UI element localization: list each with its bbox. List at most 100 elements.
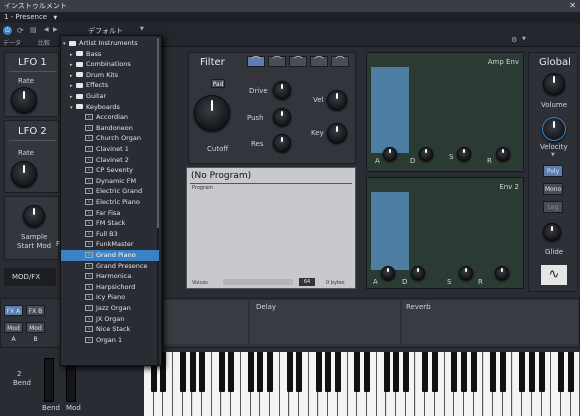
- black-key[interactable]: [199, 352, 206, 392]
- black-key[interactable]: [218, 352, 225, 392]
- drive-knob[interactable]: [273, 81, 291, 99]
- chevron-down-icon[interactable]: ▼: [522, 36, 526, 42]
- chevron-down-icon[interactable]: ▼: [53, 15, 57, 21]
- chevron-down-icon[interactable]: ▼: [551, 152, 555, 158]
- amp-decay-knob[interactable]: [419, 147, 433, 161]
- push-knob[interactable]: [273, 108, 291, 126]
- sample-start-knob[interactable]: [23, 205, 45, 227]
- peak-button[interactable]: ⌒: [331, 56, 349, 67]
- black-key[interactable]: [354, 352, 361, 392]
- key-knob[interactable]: [327, 123, 347, 143]
- black-key[interactable]: [364, 352, 371, 392]
- pad-toggle[interactable]: Pad: [211, 79, 225, 88]
- mod-b-button[interactable]: Mod B: [26, 322, 45, 343]
- modfx-tab[interactable]: MOD/FX: [4, 268, 56, 286]
- dropdown-program[interactable]: ∿ Full B3: [61, 229, 159, 240]
- dropdown-program[interactable]: ∿ Far Fisa: [61, 208, 159, 219]
- amp-sustain-knob[interactable]: [457, 147, 471, 161]
- dropdown-program[interactable]: ∿ Icy Piano: [61, 292, 159, 303]
- dropdown-folder[interactable]: ▸ Effects: [61, 80, 159, 91]
- black-key[interactable]: [228, 352, 235, 392]
- power-icon[interactable]: ⏻: [3, 26, 12, 35]
- black-key[interactable]: [335, 352, 341, 392]
- lfo2-rate-knob[interactable]: [11, 161, 37, 187]
- dropdown-program[interactable]: ∿ Jazz Organ: [61, 303, 159, 314]
- dropdown-program[interactable]: ∿ Bandoneon: [61, 123, 159, 134]
- env2-sustain-knob[interactable]: [459, 266, 473, 280]
- black-key[interactable]: [286, 352, 293, 392]
- dropdown-program[interactable]: ∿ CP Seventy: [61, 165, 159, 176]
- notch-button[interactable]: ⌒: [310, 56, 328, 67]
- amp-attack-knob[interactable]: [383, 147, 397, 161]
- black-key[interactable]: [499, 352, 506, 392]
- dropdown-folder[interactable]: ▾ Keyboards: [61, 102, 159, 113]
- volume-knob[interactable]: [543, 73, 565, 95]
- voices-slider[interactable]: [223, 279, 293, 285]
- black-key[interactable]: [315, 352, 322, 392]
- bandpass-button[interactable]: ⌒: [268, 56, 286, 67]
- preset-name[interactable]: 1 - Presence: [4, 13, 47, 21]
- env2-graph[interactable]: [371, 192, 409, 270]
- black-key[interactable]: [490, 352, 497, 392]
- sync-icon[interactable]: ⟳: [17, 26, 24, 35]
- next-preset-icon[interactable]: ▶: [53, 26, 58, 33]
- dropdown-program[interactable]: ∿ Accordian: [61, 112, 159, 123]
- black-key[interactable]: [189, 352, 196, 392]
- dropdown-program[interactable]: ∿ Harpsichord: [61, 282, 159, 293]
- gear-icon[interactable]: ⚙: [511, 36, 517, 44]
- dropdown-program[interactable]: ∿ Harmonica: [61, 271, 159, 282]
- black-key[interactable]: [519, 352, 526, 392]
- vel-knob[interactable]: [327, 90, 347, 110]
- legato-button[interactable]: Leg: [543, 201, 563, 213]
- cutoff-knob[interactable]: [194, 95, 230, 131]
- pitch-bend-wheel[interactable]: [44, 358, 54, 402]
- dropdown-program[interactable]: ∿ FunkMaster: [61, 239, 159, 250]
- black-key[interactable]: [325, 352, 332, 392]
- black-key[interactable]: [179, 352, 186, 392]
- dropdown-program[interactable]: ∿ JX Organ: [61, 314, 159, 325]
- black-key[interactable]: [470, 352, 477, 392]
- dropdown-folder[interactable]: ▸ Combinations: [61, 59, 159, 70]
- lowpass-button[interactable]: ⌒: [247, 56, 265, 67]
- black-key[interactable]: [529, 352, 535, 392]
- mono-button[interactable]: Mono: [543, 183, 563, 195]
- prev-preset-icon[interactable]: ◀: [44, 26, 49, 33]
- dropdown-program[interactable]: ∿ Electric Piano: [61, 197, 159, 208]
- black-key[interactable]: [461, 352, 468, 392]
- black-key[interactable]: [247, 352, 254, 392]
- black-key[interactable]: [383, 352, 390, 392]
- res-knob[interactable]: [273, 134, 291, 152]
- black-key[interactable]: [267, 352, 274, 392]
- env2-decay-knob[interactable]: [411, 266, 425, 280]
- black-key[interactable]: [567, 352, 574, 392]
- dropdown-folder[interactable]: ▸ Drum Kits: [61, 70, 159, 81]
- black-key[interactable]: [402, 352, 409, 392]
- black-key[interactable]: [296, 352, 303, 392]
- dropdown-program[interactable]: ∿ Grand Presence: [61, 261, 159, 272]
- dropdown-folder[interactable]: ▸ Bass: [61, 49, 159, 60]
- black-key[interactable]: [393, 352, 400, 392]
- velocity-knob[interactable]: [542, 117, 566, 141]
- glide-knob[interactable]: [543, 223, 561, 241]
- highpass-button[interactable]: ⌒: [289, 56, 307, 67]
- lfo1-rate-knob[interactable]: [11, 87, 37, 113]
- fx-a-button[interactable]: FX A: [4, 305, 23, 316]
- dropdown-folder[interactable]: ▸ Guitar: [61, 91, 159, 102]
- dropdown-program[interactable]: ∿ Dynamic FM: [61, 176, 159, 187]
- black-key[interactable]: [538, 352, 545, 392]
- poly-button[interactable]: Poly: [543, 165, 563, 177]
- dropdown-program[interactable]: ∿ Organ 1: [61, 335, 159, 346]
- dropdown-program[interactable]: ∿ Grand Piano: [61, 250, 159, 261]
- black-key[interactable]: [432, 352, 438, 392]
- dropdown-root[interactable]: ▾ Artist Instruments: [61, 38, 159, 49]
- dropdown-program[interactable]: ∿ Nice Stack: [61, 324, 159, 335]
- black-key[interactable]: [257, 352, 264, 392]
- dropdown-program[interactable]: ∿ FM Stack: [61, 218, 159, 229]
- save-icon[interactable]: ▤: [30, 26, 37, 34]
- mod-a-button[interactable]: Mod A: [4, 322, 23, 343]
- fx-b-button[interactable]: FX B: [26, 305, 45, 316]
- amp-release-knob[interactable]: [496, 147, 510, 161]
- close-icon[interactable]: ✕: [569, 0, 576, 12]
- env2-attack-knob[interactable]: [381, 266, 395, 280]
- dropdown-program[interactable]: ∿ Electric Grand: [61, 186, 159, 197]
